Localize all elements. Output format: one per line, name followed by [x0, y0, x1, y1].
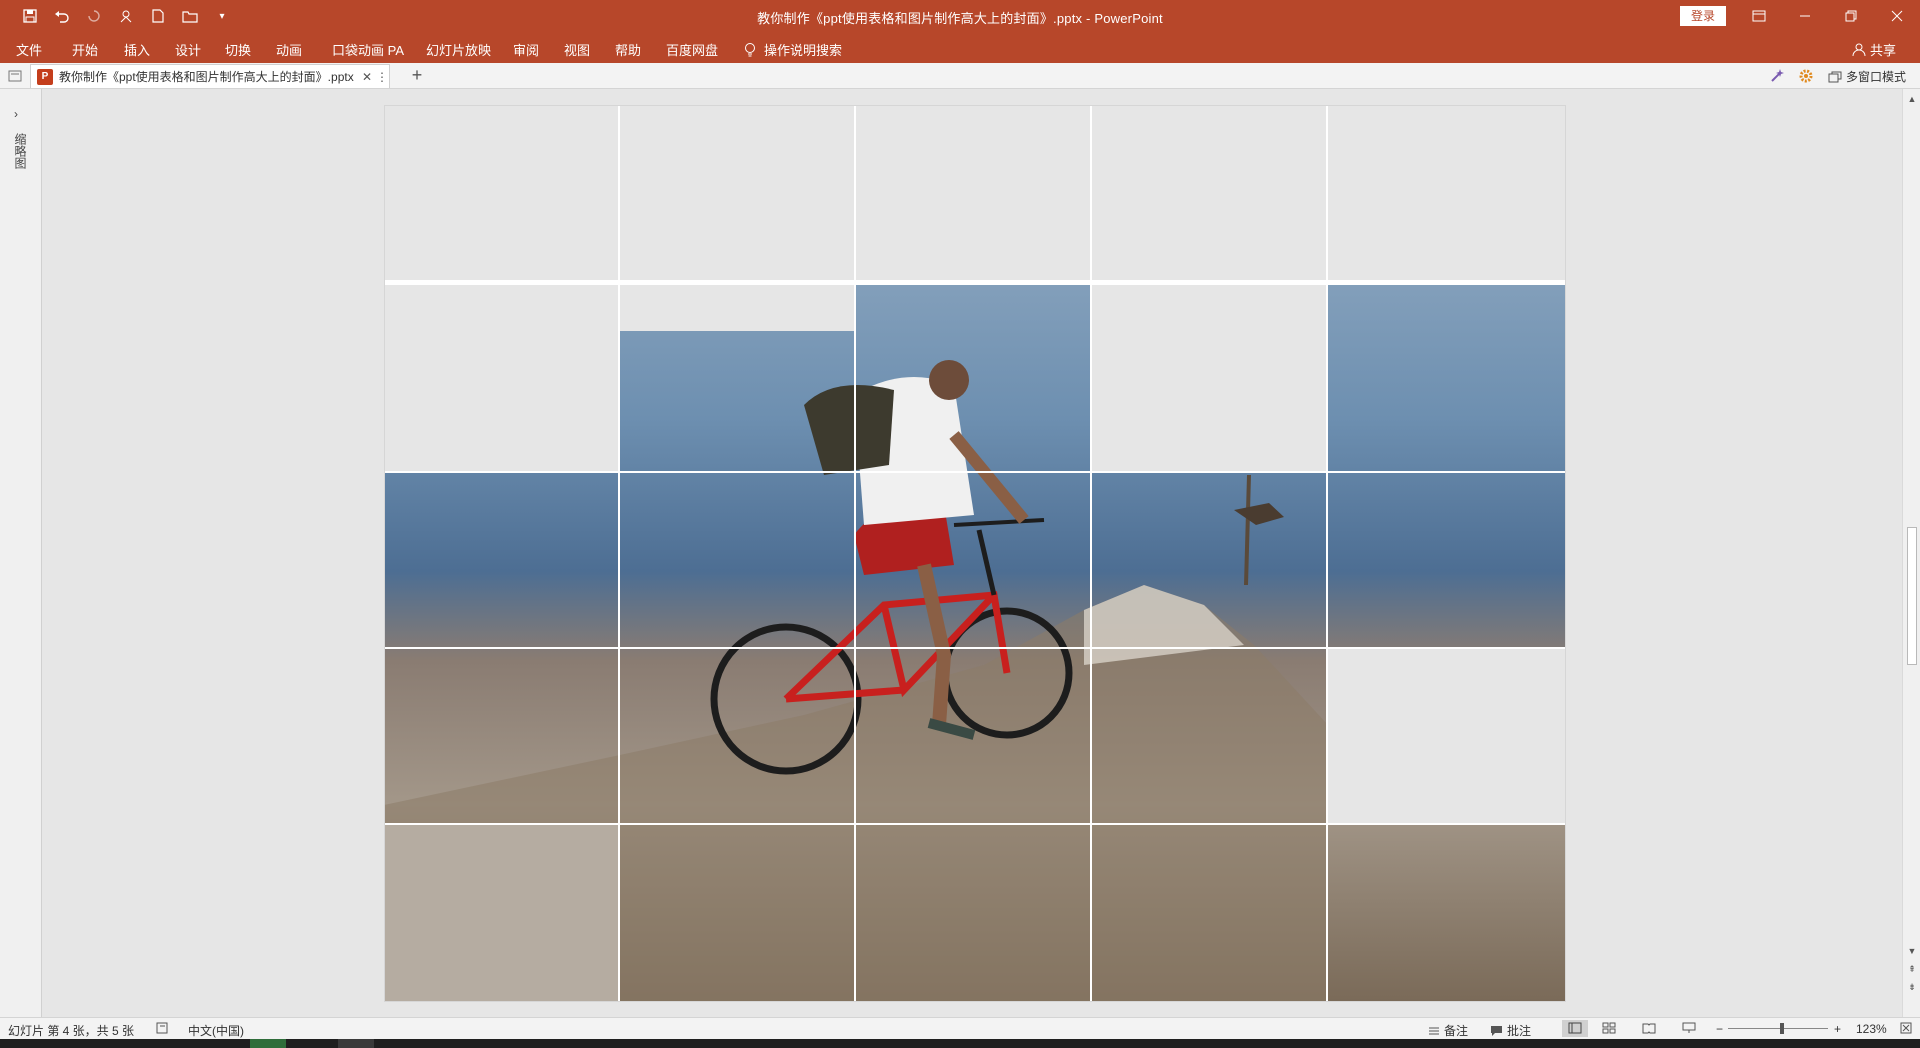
table-grid-lines	[384, 105, 1566, 1002]
slide[interactable]	[384, 105, 1566, 1002]
slide-sorter-view-icon[interactable]	[1602, 1022, 1616, 1037]
window-title: 教你制作《ppt使用表格和图片制作高大上的封面》.pptx - PowerPoi…	[757, 11, 1163, 26]
accessibility-icon[interactable]	[156, 1022, 170, 1037]
taskbar-app[interactable]	[338, 1039, 374, 1048]
zoom-level[interactable]: 123%	[1856, 1022, 1887, 1036]
document-tab-strip: P 教你制作《ppt使用表格和图片制作高大上的封面》.pptx ✕ ⋮ + 多窗…	[0, 63, 1920, 89]
comment-icon	[1491, 1025, 1502, 1036]
zoom-out-icon[interactable]: −	[1716, 1022, 1723, 1036]
comments-button[interactable]: 批注	[1490, 1022, 1531, 1039]
comments-label: 批注	[1507, 1024, 1532, 1038]
powerpoint-file-icon: P	[37, 68, 53, 85]
tab-pocket-animation[interactable]: 口袋动画 PA	[332, 40, 404, 59]
lightbulb-icon	[745, 43, 755, 57]
magic-tool-icon[interactable]	[1768, 67, 1786, 85]
zoom-in-icon[interactable]: +	[1834, 1022, 1841, 1036]
tab-home[interactable]: 开始	[72, 40, 98, 59]
restore-icon[interactable]	[1828, 0, 1874, 32]
share-label: 共享	[1870, 43, 1897, 58]
tell-me-label: 操作说明搜索	[764, 43, 843, 58]
title-bar: ▾ 教你制作《ppt使用表格和图片制作高大上的封面》.pptx - PowerP…	[0, 0, 1920, 32]
login-button[interactable]: 登录	[1680, 6, 1726, 26]
new-tab-icon[interactable]: +	[406, 65, 428, 87]
taskbar-app[interactable]	[250, 1039, 286, 1048]
ribbon-display-options-icon[interactable]	[1736, 0, 1782, 32]
taskbar-strip	[0, 1039, 1920, 1048]
zoom-slider[interactable]	[1728, 1028, 1828, 1029]
minimize-icon[interactable]	[1782, 0, 1828, 32]
slide-editing-canvas[interactable]	[42, 89, 1902, 1017]
tab-file[interactable]: 文件	[16, 40, 42, 59]
tab-review[interactable]: 审阅	[513, 40, 539, 59]
tab-list-icon[interactable]	[6, 67, 24, 85]
vertical-scrollbar[interactable]: ▲ ▼ ⇞ ⇟	[1902, 89, 1920, 1017]
tab-insert[interactable]: 插入	[124, 40, 150, 59]
ribbon-tabs: 文件 开始 插入 设计 切换 动画 口袋动画 PA 幻灯片放映 审阅 视图 帮助…	[0, 32, 1920, 63]
share-button[interactable]: 共享	[1852, 40, 1896, 59]
document-tab[interactable]: P 教你制作《ppt使用表格和图片制作高大上的封面》.pptx ✕ ⋮	[30, 64, 390, 88]
scroll-up-icon[interactable]: ▲	[1906, 93, 1918, 105]
next-slide-icon[interactable]: ⇟	[1906, 981, 1918, 993]
scroll-down-icon[interactable]: ▼	[1906, 945, 1918, 957]
scrollbar-thumb[interactable]	[1907, 527, 1917, 665]
language-indicator[interactable]: 中文(中国)	[188, 1022, 244, 1039]
tab-baidu-netdisk[interactable]: 百度网盘	[666, 40, 718, 59]
tab-view[interactable]: 视图	[564, 40, 590, 59]
person-icon	[1852, 43, 1866, 56]
document-tab-label: 教你制作《ppt使用表格和图片制作高大上的封面》.pptx	[59, 70, 354, 84]
normal-view-icon[interactable]	[1562, 1020, 1588, 1037]
tab-animations[interactable]: 动画	[276, 40, 302, 59]
tab-help[interactable]: 帮助	[615, 40, 641, 59]
thumbnail-rail: › 缩略图	[0, 89, 42, 1017]
previous-slide-icon[interactable]: ⇞	[1906, 963, 1918, 975]
tab-design[interactable]: 设计	[175, 40, 201, 59]
close-tab-icon[interactable]: ✕	[359, 70, 375, 84]
expand-thumbnails-icon[interactable]: ›	[14, 107, 18, 121]
reading-view-icon[interactable]	[1642, 1022, 1656, 1037]
multi-window-label: 多窗口模式	[1846, 70, 1907, 84]
windows-icon	[1828, 71, 1842, 82]
tab-slideshow[interactable]: 幻灯片放映	[426, 40, 491, 59]
notes-icon	[1429, 1027, 1439, 1034]
notes-label: 备注	[1444, 1024, 1469, 1038]
tab-more-icon[interactable]: ⋮	[375, 70, 389, 84]
notes-button[interactable]: 备注	[1428, 1022, 1468, 1039]
slideshow-view-icon[interactable]	[1682, 1022, 1696, 1037]
tell-me-search[interactable]: 操作说明搜索	[744, 40, 842, 59]
thumbnail-rail-label[interactable]: 缩略图	[12, 133, 29, 169]
gear-icon[interactable]	[1797, 67, 1815, 85]
zoom-slider-thumb[interactable]	[1780, 1023, 1784, 1034]
tab-transitions[interactable]: 切换	[225, 40, 251, 59]
close-icon[interactable]	[1874, 0, 1920, 32]
fit-slide-icon[interactable]	[1900, 1022, 1912, 1037]
status-bar: 幻灯片 第 4 张，共 5 张 中文(中国) 备注 批注 − + 123%	[0, 1017, 1920, 1039]
multi-window-mode-button[interactable]: 多窗口模式	[1828, 68, 1906, 85]
slide-counter: 幻灯片 第 4 张，共 5 张	[8, 1024, 135, 1038]
